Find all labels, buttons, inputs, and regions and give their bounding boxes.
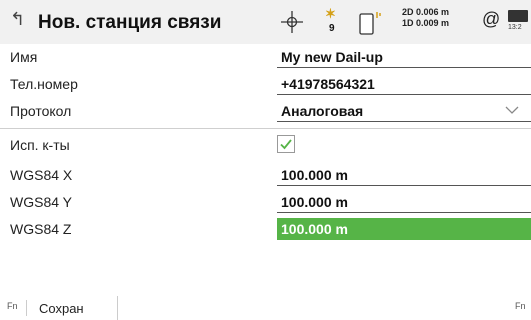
- name-field[interactable]: My new Dail-up: [277, 46, 531, 68]
- battery-status: 13:2: [508, 10, 531, 34]
- name-value: My new Dail-up: [281, 49, 383, 65]
- precision-readout: 2D 0.006 m 1D 0.009 m: [402, 7, 449, 29]
- phone-value: +41978564321: [281, 76, 375, 92]
- fn-key-right[interactable]: Fn: [515, 301, 526, 311]
- satellite-count: 9: [329, 23, 335, 34]
- satellite-icon: ✶: [325, 6, 336, 21]
- back-arrow-icon[interactable]: ↰: [10, 9, 25, 30]
- device-icon[interactable]: [357, 10, 383, 36]
- wgs-x-value: 100.000 m: [281, 167, 348, 183]
- use-coords-label: Исп. к-ты: [10, 137, 70, 153]
- form-row-use-coords: Исп. к-ты: [0, 134, 531, 156]
- use-coords-checkbox[interactable]: [277, 135, 295, 153]
- save-button-label: Сохран: [39, 301, 84, 316]
- phone-field[interactable]: +41978564321: [277, 73, 531, 95]
- wgs-z-label: WGS84 Z: [10, 221, 72, 237]
- wgs-y-value: 100.000 m: [281, 194, 348, 210]
- battery-icon: [508, 10, 528, 22]
- fn-key-left[interactable]: Fn: [7, 301, 18, 311]
- title-bar: ↰ Нов. станция связи ✶ 9 2D 0.006 m 1D 0…: [0, 0, 531, 44]
- form-row-protocol: Протокол Аналоговая: [0, 100, 531, 122]
- protocol-label: Протокол: [10, 103, 72, 119]
- fn-divider: [26, 300, 27, 316]
- chevron-down-icon: [505, 106, 519, 114]
- section-divider: [0, 128, 531, 129]
- page-title: Нов. станция связи: [38, 12, 222, 33]
- name-label: Имя: [10, 49, 38, 65]
- at-icon[interactable]: @: [482, 9, 500, 30]
- protocol-value: Аналоговая: [281, 103, 364, 119]
- protocol-dropdown[interactable]: Аналоговая: [277, 100, 531, 122]
- form-row-wgs-x: WGS84 X 100.000 m: [0, 164, 531, 186]
- save-button[interactable]: Сохран: [30, 296, 118, 320]
- wgs-z-value: 100.000 m: [281, 221, 348, 237]
- use-coords-cell: [277, 134, 531, 156]
- battery-time: 13:2: [508, 24, 522, 31]
- precision-1d: 1D 0.009 m: [402, 18, 450, 28]
- phone-label: Тел.номер: [10, 76, 78, 92]
- wgs-y-field[interactable]: 100.000 m: [277, 191, 531, 213]
- satellite-status[interactable]: ✶ 9: [322, 6, 344, 38]
- softkey-bar: Fn Сохран Fn: [0, 296, 531, 320]
- checkmark-icon: [280, 139, 292, 150]
- crosshair-icon[interactable]: [280, 10, 304, 34]
- wgs-y-label: WGS84 Y: [10, 194, 72, 210]
- form-row-wgs-y: WGS84 Y 100.000 m: [0, 191, 531, 213]
- form-row-name: Имя My new Dail-up: [0, 46, 531, 68]
- wgs-x-label: WGS84 X: [10, 167, 73, 183]
- wgs-z-field[interactable]: 100.000 m: [277, 218, 531, 240]
- wgs-x-field[interactable]: 100.000 m: [277, 164, 531, 186]
- form-row-wgs-z: WGS84 Z 100.000 m: [0, 218, 531, 240]
- form-row-phone: Тел.номер +41978564321: [0, 73, 531, 95]
- precision-2d: 2D 0.006 m: [402, 7, 450, 17]
